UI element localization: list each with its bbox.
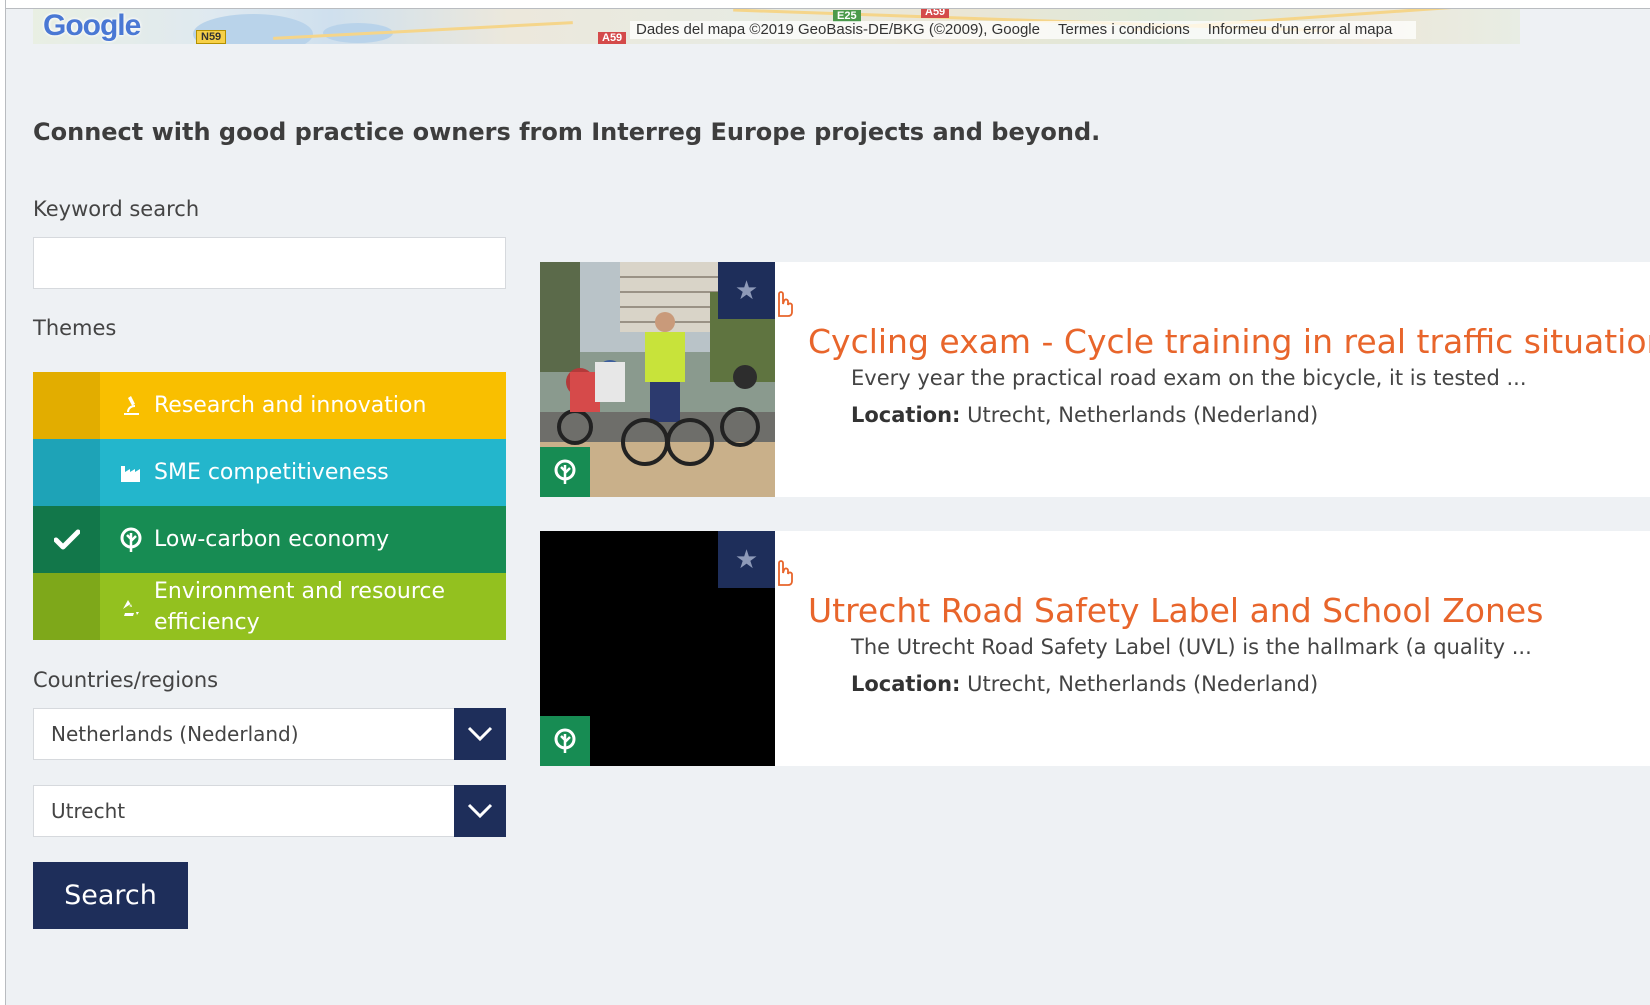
result-description: The Utrecht Road Safety Label (UVL) is t…	[851, 635, 1532, 659]
map[interactable]: Google N59 A59 E25 A59 Dades del mapa ©2…	[33, 9, 1520, 44]
result-title-link[interactable]: Utrecht Road Safety Label and School Zon…	[808, 591, 1543, 630]
window-frame-top	[6, 0, 1650, 9]
location-label: Location:	[851, 403, 961, 427]
theme-label: Environment and resource efficiency	[154, 578, 446, 635]
hand-pointer-icon	[772, 288, 794, 322]
chevron-down-icon[interactable]	[454, 708, 506, 760]
countries-regions-label: Countries/regions	[33, 668, 219, 692]
theme-checkbox[interactable]	[33, 439, 100, 506]
leaf-icon	[540, 716, 590, 766]
theme-label: SME competitiveness	[154, 460, 389, 485]
road-shield: A59	[921, 9, 950, 18]
map-report-error-link[interactable]: Informeu d'un error al mapa	[1208, 21, 1393, 38]
keyword-search-input[interactable]	[33, 237, 506, 289]
location-value: Utrecht, Netherlands (Nederland)	[967, 403, 1319, 427]
themes-label: Themes	[33, 316, 117, 340]
factory-icon	[114, 461, 148, 485]
google-logo[interactable]: Google	[43, 9, 141, 43]
result-location: Location: Utrecht, Netherlands (Nederlan…	[851, 403, 1318, 427]
result-title-link[interactable]: Cycling exam - Cycle training in real tr…	[808, 322, 1650, 361]
location-value: Utrecht, Netherlands (Nederland)	[967, 672, 1319, 696]
theme-research-and-innovation[interactable]: Research and innovation	[33, 372, 506, 439]
theme-low-carbon-economy[interactable]: Low-carbon economy	[33, 506, 506, 573]
hand-pointer-icon	[772, 557, 794, 591]
chevron-down-icon[interactable]	[454, 785, 506, 837]
theme-checkbox[interactable]	[33, 573, 100, 640]
result-card[interactable]: ★ Utrecht Road Safety Label and School Z…	[540, 531, 1650, 766]
country-select[interactable]: Netherlands (Nederland)	[33, 708, 506, 760]
window-frame-left	[0, 0, 6, 1005]
region-select[interactable]: Utrecht	[33, 785, 506, 837]
theme-checkbox[interactable]	[33, 372, 100, 439]
road-shield: N59	[196, 30, 227, 44]
intro-heading: Connect with good practice owners from I…	[33, 118, 1101, 146]
theme-environment-and-resource-efficiency[interactable]: Environment and resource efficiency	[33, 573, 506, 640]
keyword-search-label: Keyword search	[33, 197, 200, 221]
result-location: Location: Utrecht, Netherlands (Nederlan…	[851, 672, 1318, 696]
map-data-attribution: Dades del mapa ©2019 GeoBasis-DE/BKG (©2…	[636, 21, 1040, 38]
recycle-icon	[114, 595, 148, 619]
theme-label: Low-carbon economy	[154, 527, 390, 552]
country-select-value: Netherlands (Nederland)	[51, 722, 299, 746]
region-select-value: Utrecht	[51, 799, 126, 823]
map-attribution: Dades del mapa ©2019 GeoBasis-DE/BKG (©2…	[630, 21, 1417, 39]
result-card[interactable]: ★ Cycling exam - Cycle training in real …	[540, 262, 1650, 497]
checkmark-icon	[53, 529, 80, 549]
leaf-icon	[540, 447, 590, 497]
location-label: Location:	[851, 672, 961, 696]
star-icon[interactable]: ★	[718, 262, 775, 319]
leaf-icon	[114, 527, 148, 553]
map-road	[273, 21, 573, 40]
map-terms-link[interactable]: Termes i condicions	[1058, 21, 1190, 38]
microscope-icon	[114, 394, 148, 418]
star-icon[interactable]: ★	[718, 531, 775, 588]
theme-label: Research and innovation	[154, 393, 427, 418]
road-shield: A59	[598, 32, 627, 44]
search-button[interactable]: Search	[33, 862, 188, 929]
theme-sme-competitiveness[interactable]: SME competitiveness	[33, 439, 506, 506]
theme-checkbox-checked[interactable]	[33, 506, 100, 573]
result-description: Every year the practical road exam on th…	[851, 366, 1527, 390]
